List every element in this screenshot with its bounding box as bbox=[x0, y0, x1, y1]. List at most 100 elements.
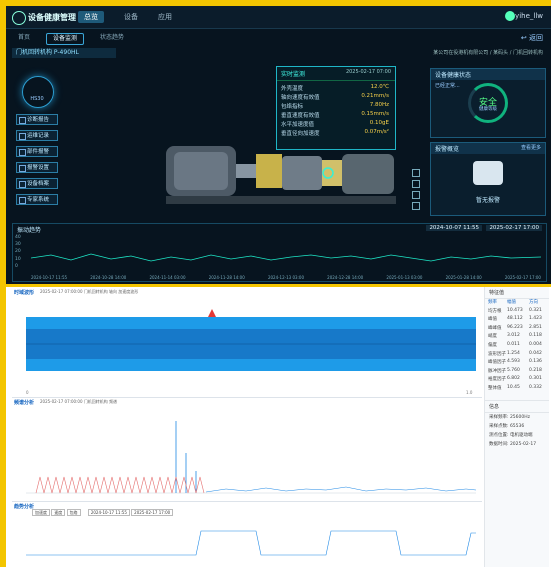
info-row: 外壳温度 12.0℃ bbox=[277, 84, 395, 93]
trend-date-start[interactable]: 2024-10-07 11:55 bbox=[426, 225, 482, 231]
feature-v1: 1.254 bbox=[507, 350, 520, 356]
user-name[interactable]: yihe_llw bbox=[515, 12, 543, 20]
alarm-icon bbox=[19, 149, 26, 156]
subtab-home[interactable]: 首页 bbox=[12, 33, 36, 43]
feature-v2: 0.321 bbox=[529, 307, 542, 313]
left-menu-item[interactable]: 专家系统 bbox=[16, 194, 58, 205]
radar-label: HS30 bbox=[30, 96, 44, 102]
feature-v1: 5.760 bbox=[507, 367, 520, 373]
gauge-sub: 健康等级 bbox=[479, 107, 497, 112]
waveform-chart[interactable] bbox=[26, 299, 476, 389]
nav-tab-overview[interactable]: 总览 bbox=[78, 11, 104, 23]
subtab-monitor[interactable]: 设备监测 bbox=[46, 33, 85, 45]
feature-key: 脉冲因子 bbox=[488, 368, 506, 374]
info-value: 0.07m/s² bbox=[364, 129, 389, 135]
feature-v2: 0.218 bbox=[529, 367, 542, 373]
feature-row: 均方根 10.473 0.321 bbox=[485, 308, 549, 317]
trend-line[interactable] bbox=[31, 236, 541, 270]
settings-icon bbox=[19, 165, 26, 172]
sidebar-header: 特征值 bbox=[485, 287, 549, 299]
left-menu-label: 运维记录 bbox=[27, 133, 50, 139]
x-tick: 2024-11-28 14:00 bbox=[208, 275, 245, 280]
y-tick: 0 bbox=[15, 263, 18, 269]
info-row: 水平加速度值 0.10gE bbox=[277, 120, 395, 129]
trend-y-ticks: 40 30 20 10 0 bbox=[15, 234, 29, 270]
info-value: 0.21mm/s bbox=[361, 93, 389, 99]
nav-tab-apps[interactable]: 应用 bbox=[152, 11, 178, 23]
feature-v1: 48.112 bbox=[507, 316, 523, 322]
sidebar-info-header: 信息 bbox=[485, 399, 549, 413]
report-icon bbox=[19, 117, 26, 124]
x-tick: 2025-01-13 03:00 bbox=[386, 275, 423, 280]
feature-row: 峭度 3.012 0.118 bbox=[485, 333, 549, 342]
view-tools bbox=[410, 166, 422, 218]
x-tick: 2025-02-17 17:00 bbox=[504, 275, 541, 280]
left-menu-label: 报警设置 bbox=[27, 165, 50, 171]
alarm-more-link[interactable]: 查看更多 bbox=[521, 144, 541, 151]
wrench-icon bbox=[19, 133, 26, 140]
trendlow-tab[interactable]: 速度 bbox=[51, 509, 66, 516]
trend-date-end[interactable]: 2025-02-17 17:00 bbox=[486, 225, 542, 231]
alarm-status: 暂无报警 bbox=[475, 197, 500, 204]
left-menu-label: 设备档案 bbox=[27, 181, 50, 187]
x-tick: 2024-12-13 03:00 bbox=[267, 275, 304, 280]
feature-sidebar: 特征值 频率 幅值 方向 均方根 10.473 0.321 峰值 48.112 1.42… bbox=[484, 287, 549, 567]
waveform-title: 时域波形 bbox=[14, 290, 35, 296]
meta-col: 方向 bbox=[529, 300, 538, 305]
range-end[interactable]: 2025-02-17 17:00 bbox=[131, 509, 174, 516]
wave-x-right: 1.0 bbox=[466, 390, 473, 395]
feature-key: 均方根 bbox=[488, 308, 502, 314]
device-selector[interactable]: 门机回转机构 P-490HL bbox=[12, 48, 116, 58]
zoom-out-icon[interactable] bbox=[412, 180, 420, 188]
spectrum-chart[interactable] bbox=[26, 409, 476, 497]
left-menu-label: 诊断报告 bbox=[27, 117, 50, 123]
feature-row: 裕度因子 6.802 0.301 bbox=[485, 376, 549, 385]
info-label: 垂直速度有效值 bbox=[281, 113, 320, 119]
zoom-in-icon[interactable] bbox=[412, 169, 420, 177]
x-tick: 2024-10-17 11:55 bbox=[31, 275, 68, 280]
trend-title: 振动趋势 bbox=[17, 227, 42, 234]
left-menu-item[interactable]: 运维记录 bbox=[16, 130, 58, 141]
motor-icon bbox=[473, 161, 503, 185]
info-line: 数据时间: 2025-02-17 bbox=[489, 441, 537, 447]
left-menu-item[interactable]: 部件报警 bbox=[16, 146, 58, 157]
left-menu-item[interactable]: 诊断报告 bbox=[16, 114, 58, 125]
trendlow-tab[interactable]: 加速度 bbox=[32, 509, 50, 516]
info-label: 垂直径向加速度 bbox=[281, 131, 320, 137]
meta-col: 幅值 bbox=[507, 300, 516, 305]
alarm-panel: 报警概览 查看更多 暂无报警 bbox=[430, 142, 546, 216]
nav-tab-device[interactable]: 设备 bbox=[118, 11, 144, 23]
top-header: 设备健康管理 总览 设备 应用 yihe_llw bbox=[6, 6, 551, 29]
app-logo bbox=[12, 11, 26, 25]
info-value: 0.10gE bbox=[369, 120, 389, 126]
left-menu-label: 专家系统 bbox=[27, 197, 50, 203]
feature-row: 波形因子 1.254 0.042 bbox=[485, 351, 549, 360]
feature-v2: 0.004 bbox=[529, 341, 542, 347]
user-avatar[interactable] bbox=[505, 11, 515, 21]
trendlow-tab[interactable]: 包络 bbox=[66, 509, 81, 516]
left-menu-label: 部件报警 bbox=[27, 149, 50, 155]
info-label: 外壳温度 bbox=[281, 86, 304, 92]
feature-key: 整体值 bbox=[488, 385, 502, 391]
trendlow-title: 趋势分析 bbox=[14, 504, 35, 510]
fullscreen-icon[interactable] bbox=[412, 202, 420, 210]
rotate-icon[interactable] bbox=[412, 191, 420, 199]
trend-analysis-pane: 趋势分析 加速度 速度 包络 2024-10-17 11:55 2025-02-… bbox=[12, 503, 482, 563]
subtab-trend[interactable]: 状态趋势 bbox=[94, 33, 130, 43]
range-start[interactable]: 2024-10-17 11:55 bbox=[87, 509, 130, 516]
info-row: 垂直径向加速度 0.07m/s² bbox=[277, 129, 395, 138]
y-tick: 30 bbox=[15, 242, 21, 248]
left-menu-item[interactable]: 报警设置 bbox=[16, 162, 58, 173]
expert-icon bbox=[19, 197, 26, 204]
left-menu-item[interactable]: 设备档案 bbox=[16, 178, 58, 189]
spectrum-caption: 2025-02-17 07:00:00 门机回转机构 频谱 bbox=[40, 399, 118, 404]
info-row: 垂直速度有效值 0.15mm/s bbox=[277, 111, 395, 120]
device-path: 某公司在役港机有限公司 / 某码头 / 门机回转机构 bbox=[433, 50, 543, 56]
trendlow-chart[interactable] bbox=[26, 519, 476, 559]
spectrum-title: 频谱分析 bbox=[14, 400, 35, 406]
info-row: 包络指标 7.80Hz bbox=[277, 102, 395, 111]
waveform-pane: 时域波形 2025-02-17 07:00:00 门机回转机构 轴向 加速度波形… bbox=[12, 289, 482, 398]
back-button[interactable]: ↩ 返回 bbox=[521, 33, 543, 43]
trendlow-tabs: 加速度 速度 包络 2024-10-17 11:55 2025-02-17 17… bbox=[32, 509, 174, 516]
wave-x-left: 0 bbox=[26, 390, 29, 395]
